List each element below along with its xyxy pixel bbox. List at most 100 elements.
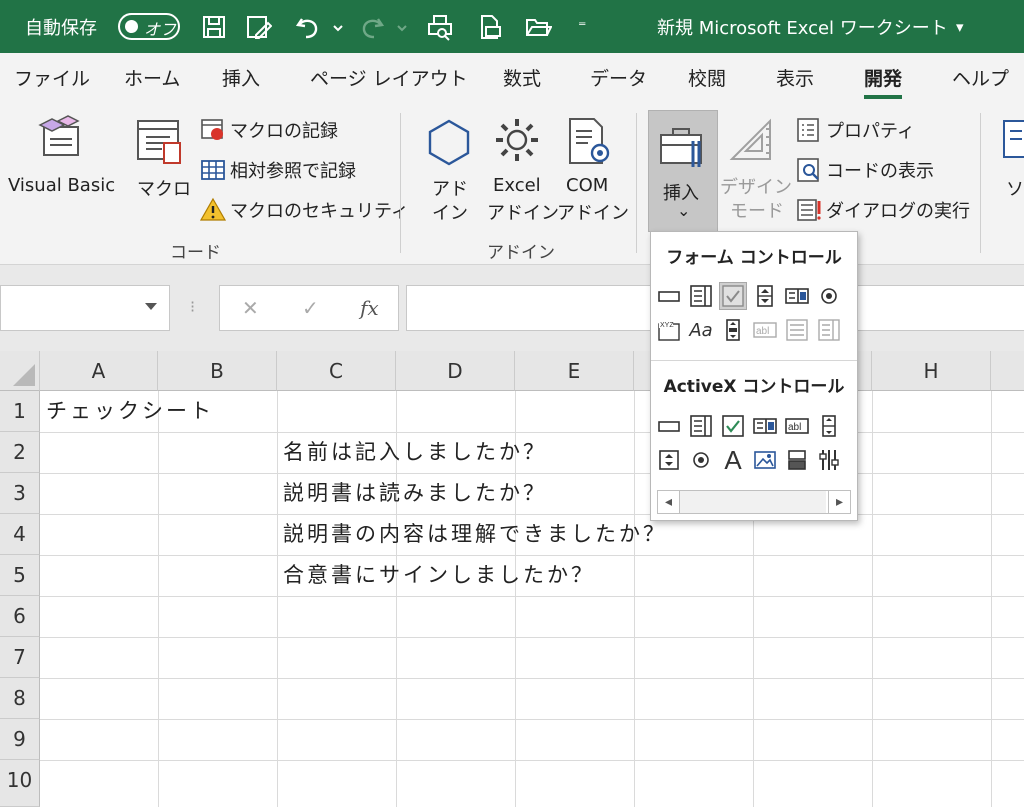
title-bar: 自動保存 オフ ⁼ 新規 Microsoft Excel ワークシート ▾ [0,0,1024,53]
excel-addins-label-2: アドイン [487,203,559,224]
ribbon-tabs: ファイル ホーム 挿入 ページ レイアウト 数式 データ 校閲 表示 開発 ヘル… [0,53,1024,105]
tab-file[interactable]: ファイル [14,53,90,105]
cell-c5[interactable]: 合意書にサインしましたか？ [283,555,595,596]
tab-developer[interactable]: 開発 [864,53,903,105]
toggle-label: オフ [144,20,177,39]
spreadsheet-grid: A B C D E F G H 1 2 3 4 5 6 7 8 9 10 チェッ… [0,351,1024,807]
formula-bar-divider[interactable]: ⁝ [190,297,195,316]
row-header-1[interactable]: 1 [0,391,40,432]
com-addins-label-1: COM [566,175,609,196]
design-mode-label-1: デザイン [720,177,792,198]
label-icon[interactable]: Aa [687,316,715,344]
cell-c4[interactable]: 説明書の内容は理解できましたか？ [283,514,667,555]
row-header-3[interactable]: 3 [0,473,40,514]
tab-view[interactable]: 表示 [776,53,814,105]
button-icon[interactable] [655,282,683,310]
open-folder-icon[interactable] [524,13,553,41]
undo-icon[interactable] [294,13,322,41]
cell-c2[interactable]: 名前は記入しましたか？ [283,432,547,473]
gridline [277,391,278,807]
column-header-b[interactable]: B [158,351,277,391]
checkbox-icon[interactable] [719,282,747,310]
dropdown-scrollbar[interactable]: ◂ ▸ [657,490,851,514]
save-edit-icon[interactable] [244,13,273,41]
qat-customize-icon[interactable]: ⁼ [578,0,586,53]
record-macro-button[interactable]: マクロの記録 [200,117,338,143]
activex-button-icon[interactable] [655,412,683,440]
design-mode-label-2: モード [730,201,784,222]
cancel-icon[interactable]: ✕ [242,296,259,320]
print-icon[interactable] [476,13,504,41]
activex-spin-button-icon[interactable] [655,446,683,474]
row-header-7[interactable]: 7 [0,637,40,678]
row-header-8[interactable]: 8 [0,678,40,719]
code-group-label: コード [170,243,221,263]
activex-controls-header: ActiveX コントロール [663,377,845,397]
row-header-9[interactable]: 9 [0,719,40,760]
group-box-icon[interactable]: XYZ [655,316,683,344]
activex-checkbox-icon[interactable] [719,412,747,440]
insert-controls-button[interactable]: 挿入 ⌄ [648,110,718,232]
row-header-10[interactable]: 10 [0,760,40,807]
text-field-glyph: abl [756,326,769,337]
tab-help[interactable]: ヘルプ [952,53,1009,105]
tab-formulas[interactable]: 数式 [503,53,541,105]
activex-text-box-icon[interactable]: abl [783,412,811,440]
tab-data[interactable]: データ [590,53,647,105]
relative-reference-button[interactable]: 相対参照で記録 [200,157,356,183]
cell-c3[interactable]: 説明書は読みましたか？ [283,473,547,514]
tab-home[interactable]: ホーム [124,53,180,105]
scroll-right-icon[interactable]: ▸ [828,491,850,513]
gridline [40,678,1024,679]
activex-scroll-bar-icon[interactable] [815,412,843,440]
gridline [158,391,159,807]
save-icon[interactable] [200,13,228,41]
properties-button[interactable]: プロパティ [796,117,915,143]
spin-button-icon[interactable] [751,282,779,310]
macro-security-button[interactable]: マクロのセキュリティ [200,197,409,223]
activex-toggle-button-icon[interactable] [783,446,811,474]
column-header-h[interactable]: H [872,351,991,391]
insert-function-icon[interactable]: fx [360,296,379,320]
column-header-a[interactable]: A [40,351,158,391]
scroll-track[interactable] [680,491,826,513]
scroll-left-icon[interactable]: ◂ [658,491,680,513]
scroll-bar-icon[interactable] [719,316,747,344]
row-header-5[interactable]: 5 [0,555,40,596]
view-code-button[interactable]: コードの表示 [796,157,934,183]
row-header-4[interactable]: 4 [0,514,40,555]
combo-box-icon[interactable] [687,282,715,310]
list-box-icon[interactable] [783,282,811,310]
run-dialog-button[interactable]: ダイアログの実行 [796,197,970,223]
column-header-e[interactable]: E [515,351,634,391]
select-all-button[interactable] [0,351,40,391]
column-header-next[interactable] [991,351,1024,391]
activex-more-controls-icon[interactable] [815,446,843,474]
enter-icon[interactable]: ✓ [302,296,319,320]
title-chevron-icon[interactable]: ▾ [956,0,964,53]
name-box[interactable] [0,285,170,331]
run-dialog-icon [797,199,821,221]
gridline [991,391,992,807]
tab-review[interactable]: 校閲 [688,53,726,105]
column-header-c[interactable]: C [277,351,396,391]
activex-option-button-icon[interactable] [687,446,715,474]
column-header-d[interactable]: D [396,351,515,391]
activex-label-icon[interactable]: A [719,445,747,475]
addins-label-2: イン [432,203,468,224]
activex-list-box-icon[interactable] [751,412,779,440]
row-header-6[interactable]: 6 [0,596,40,637]
activex-image-icon[interactable] [751,446,779,474]
autosave-toggle[interactable]: オフ [118,13,180,40]
option-button-icon[interactable] [815,282,843,310]
tab-page-layout[interactable]: ページ レイアウト [310,53,468,105]
tab-insert[interactable]: 挿入 [222,53,260,105]
activex-combo-box-icon[interactable] [687,412,715,440]
undo-dropdown-icon[interactable] [324,13,343,41]
cell-a1[interactable]: チェックシート [46,391,214,432]
row-header-2[interactable]: 2 [0,432,40,473]
print-preview-icon[interactable] [426,13,454,41]
name-box-dropdown-icon[interactable] [145,303,157,310]
source-label-cutoff[interactable]: ソ [1006,175,1024,201]
gridline [634,391,635,807]
